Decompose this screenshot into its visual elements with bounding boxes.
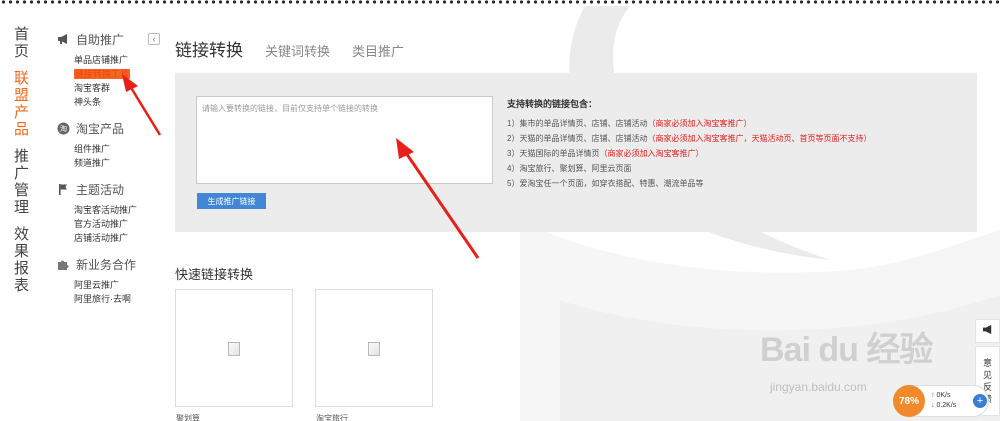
quick-card-label: 淘宝旅行: [316, 414, 348, 421]
megaphone-icon: [982, 322, 994, 340]
upload-arrow-icon: ↑: [931, 392, 935, 399]
support-info: 支持转换的链接包含： 1）集市的单品详情页、店铺、店铺活动（商家必须加入淘宝客推…: [507, 97, 967, 191]
watermark-text: Bai du 经验: [760, 331, 933, 369]
main-nav-promotion-management[interactable]: 推广管理: [14, 148, 32, 216]
support-item: 4）淘宝旅行、聚划算、阿里云页面: [507, 164, 632, 173]
sub-nav-item-official-events[interactable]: 官方活动推广: [56, 217, 166, 231]
sub-nav-item-link-converter[interactable]: 链接转换工具: [56, 67, 166, 81]
download-rate: 0.2K/s: [936, 402, 957, 409]
chevron-left-icon: ‹: [152, 34, 156, 44]
converter-panel: 生成推广链接 支持转换的链接包含： 1）集市的单品详情页、店铺、店铺活动（商家必…: [175, 73, 977, 232]
sub-nav-item-headlines[interactable]: 神头条: [56, 95, 166, 109]
broken-image-icon: [368, 342, 380, 356]
sub-nav-item-single-shop[interactable]: 单品店铺推广: [56, 53, 166, 67]
support-item: 3）天猫国际的单品详情页（商家必须加入淘宝客推广）: [507, 149, 704, 158]
tab-link-convert[interactable]: 链接转换: [175, 36, 243, 61]
main-nav: 首页 联盟产品 推广管理 效果报表: [14, 26, 38, 304]
puzzle-icon: [56, 257, 70, 271]
sub-nav-item-shop-events[interactable]: 店铺活动推广: [56, 231, 166, 245]
quick-card-taobao-travel[interactable]: [315, 289, 433, 407]
main-nav-reports[interactable]: 效果报表: [14, 226, 32, 294]
link-input[interactable]: [196, 96, 493, 184]
taobao-icon: 淘: [56, 121, 70, 135]
megaphone-icon: [56, 32, 70, 46]
quick-card-label: 聚划算: [176, 414, 200, 421]
sub-nav-group-taobao-products: 淘 淘宝产品 组件推广 频道推广: [56, 119, 166, 170]
sub-nav-item-channel[interactable]: 频道推广: [56, 156, 166, 170]
group-title[interactable]: 主题活动: [56, 180, 166, 198]
sub-nav-item-taoke-events[interactable]: 淘宝客活动推广: [56, 203, 166, 217]
sub-nav-item-widget[interactable]: 组件推广: [56, 142, 166, 156]
group-title-label: 自助推广: [76, 32, 125, 47]
speed-rates: ↑ 0K/s ↓ 0.2K/s: [931, 391, 956, 411]
support-item: 5）爱淘宝任一个页面，如穿衣搭配、特惠、潮流单品等: [507, 179, 704, 188]
sub-nav-item-alitrip[interactable]: 阿里旅行·去啊: [56, 292, 166, 306]
support-item: 2）天猫的单品详情页、店铺、店铺活动（商家必须加入淘宝客推广，天猫活动页、首页等…: [507, 134, 872, 143]
main-nav-products[interactable]: 联盟产品: [14, 70, 32, 138]
sub-nav-item-taoke-group[interactable]: 淘宝客群: [56, 81, 166, 95]
speed-percent: 78%: [893, 385, 925, 417]
announcement-button[interactable]: [975, 319, 1000, 343]
watermark-url: jingyan.baidu.com: [770, 380, 867, 394]
flag-icon: [56, 182, 70, 196]
group-title[interactable]: 淘 淘宝产品: [56, 119, 166, 137]
group-title-label: 主题活动: [76, 182, 125, 197]
upload-rate: 0K/s: [936, 392, 951, 399]
collapse-sidebar-button[interactable]: ‹: [148, 33, 160, 45]
generate-link-button[interactable]: 生成推广链接: [197, 193, 266, 209]
plus-icon[interactable]: +: [973, 394, 987, 408]
sub-nav-item-aliyun[interactable]: 阿里云推广: [56, 278, 166, 292]
broken-image-icon: [228, 342, 240, 356]
group-title-label: 新业务合作: [76, 257, 137, 272]
group-title[interactable]: 新业务合作: [56, 255, 166, 273]
tab-category-promotion[interactable]: 类目推广: [352, 41, 404, 60]
svg-text:淘: 淘: [60, 124, 67, 133]
quick-convert-title: 快速链接转换: [175, 267, 254, 282]
dotted-top-border: [0, 0, 1000, 6]
support-item: 1）集市的单品详情页、店铺、店铺活动（商家必须加入淘宝客推广）: [507, 119, 752, 128]
sub-nav-group-theme-events: 主题活动 淘宝客活动推广 官方活动推广 店铺活动推广: [56, 180, 166, 245]
main-nav-home[interactable]: 首页: [14, 26, 32, 60]
download-arrow-icon: ↓: [931, 402, 935, 409]
converter-tabs: 链接转换 关键词转换 类目推广: [175, 36, 426, 61]
group-title-label: 淘宝产品: [76, 121, 125, 136]
support-title: 支持转换的链接包含：: [507, 99, 598, 109]
network-speed-widget[interactable]: 78% ↑ 0K/s ↓ 0.2K/s +: [893, 385, 989, 417]
sub-nav: 自助推广 单品店铺推广 链接转换工具 淘宝客群 神头条 淘 淘宝产品 组件推广 …: [56, 30, 166, 316]
sub-nav-group-new-business: 新业务合作 阿里云推广 阿里旅行·去啊: [56, 255, 166, 306]
tab-keyword-convert[interactable]: 关键词转换: [265, 41, 330, 60]
quick-card-juhuasuan[interactable]: [175, 289, 293, 407]
